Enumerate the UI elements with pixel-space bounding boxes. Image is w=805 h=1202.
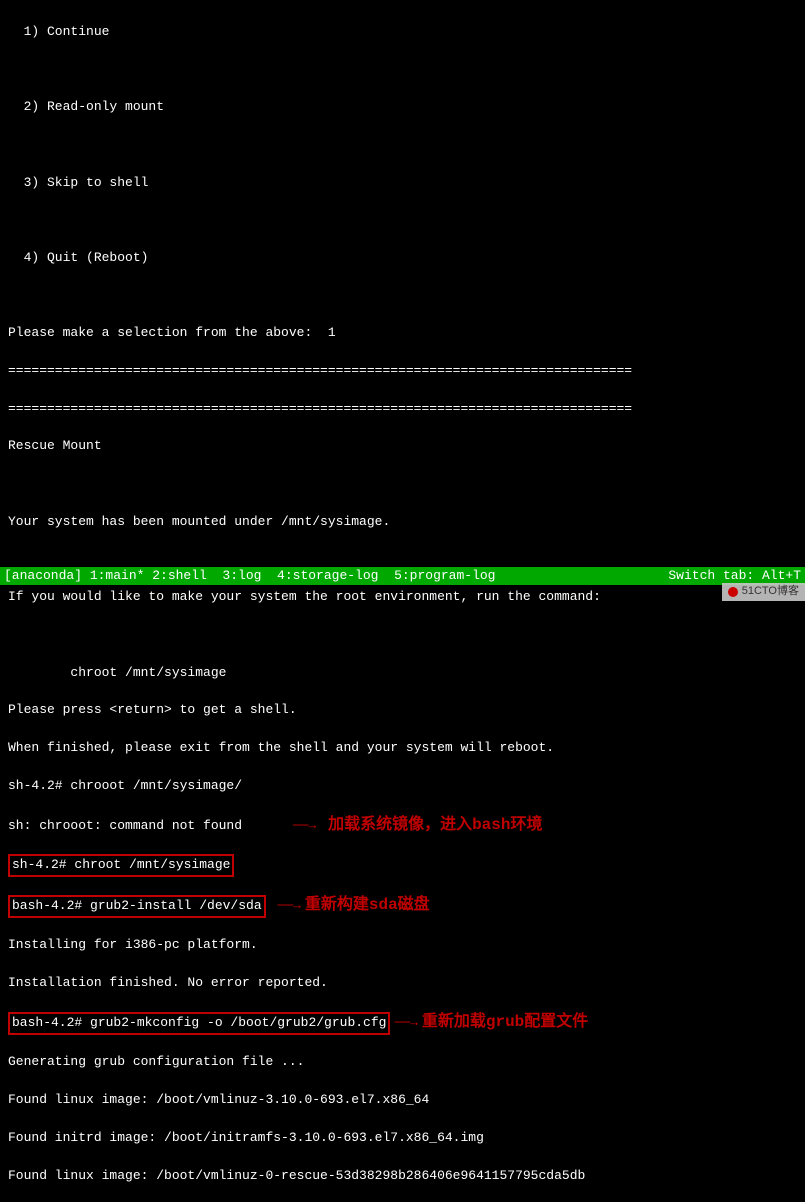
separator: ========================================… [8, 400, 797, 419]
terminal-output: 1) Continue 2) Read-only mount 3) Skip t… [0, 0, 805, 1202]
annotation-reload-grub: 重新加载grub配置文件 [422, 1013, 588, 1031]
chroot-hint: chroot /mnt/sysimage [8, 664, 797, 683]
status-tabs[interactable]: [anaconda] 1:main* 2:shell 3:log 4:stora… [4, 567, 495, 586]
menu-option-2: 2) Read-only mount [8, 98, 797, 117]
annotation-rebuild-sda: 重新构建sda磁盘 [305, 896, 430, 914]
menu-option-3: 3) Skip to shell [8, 174, 797, 193]
mounted-message: Your system has been mounted under /mnt/… [8, 513, 797, 532]
found-initrd-image-1: Found initrd image: /boot/initramfs-3.10… [8, 1129, 797, 1148]
cmd-grub2-mkconfig: bash-4.2# grub2-mkconfig -o /boot/grub2/… [8, 1012, 390, 1035]
arrow-icon: ──→ [293, 818, 316, 833]
cmd-chroot: sh-4.2# chroot /mnt/sysimage [8, 854, 234, 877]
menu-option-4: 4) Quit (Reboot) [8, 249, 797, 268]
rescue-title: Rescue Mount [8, 437, 797, 456]
cmd-not-found: sh: chrooot: command not found [8, 818, 242, 833]
watermark-text: 51CTO博客 [742, 584, 799, 600]
annotation-load-image: 加载系统镜像，进入bash环境 [328, 816, 542, 834]
cmd-chrooot-typo: sh-4.2# chrooot /mnt/sysimage/ [8, 777, 797, 796]
press-return: Please press <return> to get a shell. [8, 701, 797, 720]
found-linux-image-2: Found linux image: /boot/vmlinuz-0-rescu… [8, 1167, 797, 1186]
watermark-dot-icon [728, 587, 738, 597]
watermark: 51CTO博客 [722, 583, 805, 601]
menu-option-1: 1) Continue [8, 23, 797, 42]
install-finished: Installation finished. No error reported… [8, 974, 797, 993]
install-platform: Installing for i386-pc platform. [8, 936, 797, 955]
generating-config: Generating grub configuration file ... [8, 1053, 797, 1072]
status-bar: [anaconda] 1:main* 2:shell 3:log 4:stora… [0, 567, 805, 585]
root-env-message: If you would like to make your system th… [8, 588, 797, 607]
arrow-icon: ──→ [394, 1015, 417, 1030]
arrow-icon: ──→ [277, 898, 300, 913]
cmd-grub2-install: bash-4.2# grub2-install /dev/sda [8, 895, 266, 918]
found-linux-image-1: Found linux image: /boot/vmlinuz-3.10.0-… [8, 1091, 797, 1110]
separator: ========================================… [8, 362, 797, 381]
finished-message: When finished, please exit from the shel… [8, 739, 797, 758]
selection-prompt: Please make a selection from the above: … [8, 324, 797, 343]
